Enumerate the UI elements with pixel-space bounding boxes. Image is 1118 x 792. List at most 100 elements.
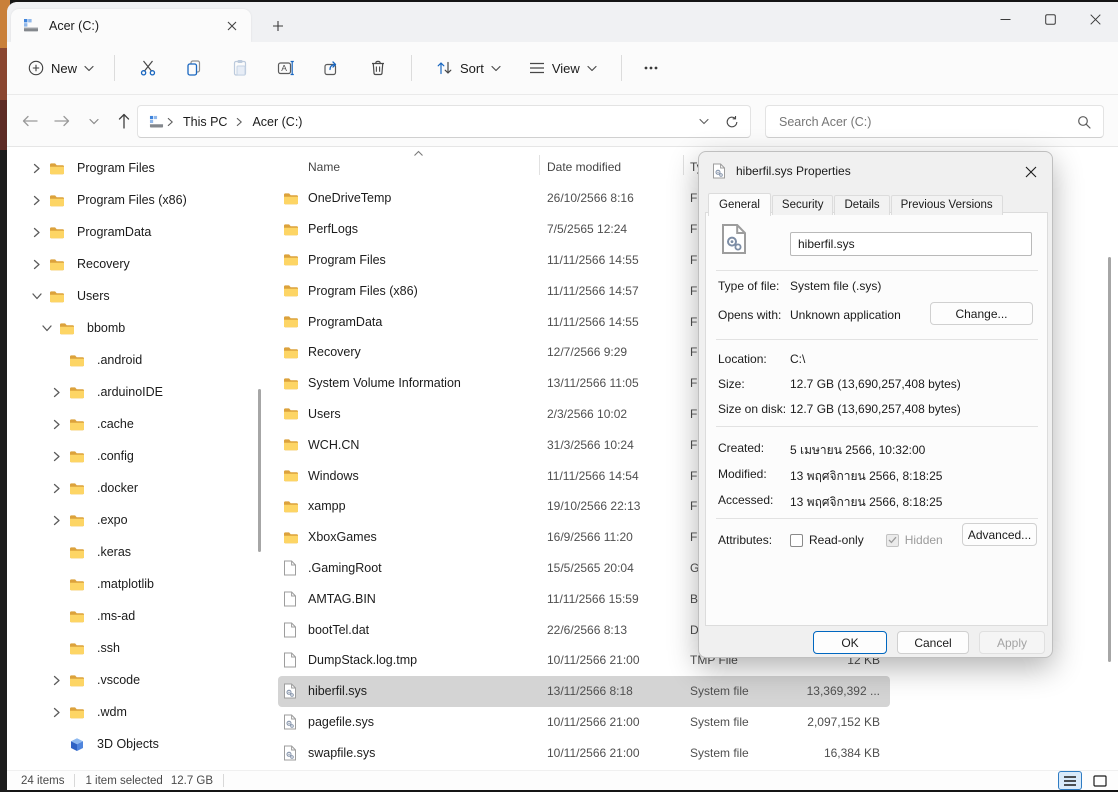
3d-cube-icon (69, 736, 89, 752)
paste-icon (231, 59, 249, 77)
explorer-tab[interactable]: Acer (C:) (11, 9, 251, 42)
column-header-date-modified[interactable]: Date modified (547, 160, 621, 174)
column-resize-handle[interactable] (539, 155, 540, 175)
sidebar-item-programdata[interactable]: ProgramData (7, 216, 267, 248)
sidebar-item-vscode[interactable]: .vscode (7, 664, 267, 696)
sidebar-item-ssh[interactable]: .ssh (7, 632, 267, 664)
drive-icon (23, 18, 39, 33)
rename-button[interactable]: A (267, 51, 305, 85)
maximize-button[interactable] (1028, 2, 1073, 36)
chevron-right-icon[interactable] (49, 515, 65, 526)
sort-button-label: Sort (460, 61, 484, 76)
filename-input[interactable] (790, 232, 1032, 256)
sidebar-item-recovery[interactable]: Recovery (7, 248, 267, 280)
chevron-right-icon[interactable] (49, 483, 65, 494)
chevron-right-icon[interactable] (49, 675, 65, 686)
sidebar-item-matplotlib[interactable]: .matplotlib (7, 568, 267, 600)
tab-previous-versions[interactable]: Previous Versions (891, 195, 1003, 215)
sidebar-item-wdm[interactable]: .wdm (7, 696, 267, 728)
arrow-left-icon (22, 115, 38, 127)
share-button[interactable] (313, 51, 351, 85)
chevron-down-icon (699, 118, 709, 125)
column-resize-handle[interactable] (683, 155, 684, 175)
chevron-right-icon[interactable] (29, 163, 45, 174)
sidebar-item-cache[interactable]: .cache (7, 408, 267, 440)
search-input[interactable] (766, 115, 1077, 129)
tab-close-button[interactable] (221, 15, 243, 37)
chevron-right-icon[interactable] (49, 387, 65, 398)
sidebar-item-3d-objects[interactable]: 3D Objects (7, 728, 267, 760)
breadcrumb-this-pc[interactable]: This PC (177, 111, 233, 133)
paste-button[interactable] (221, 51, 259, 85)
dialog-close-button[interactable] (1019, 160, 1043, 184)
chevron-down-icon[interactable] (39, 323, 55, 334)
table-row[interactable]: swapfile.sys10/11/2566 21:00System file1… (278, 737, 890, 768)
sidebar-item-expo[interactable]: .expo (7, 504, 267, 536)
breadcrumb-chevron-icon (167, 117, 174, 127)
chevron-right-icon[interactable] (49, 419, 65, 430)
new-tab-button[interactable] (265, 13, 291, 39)
folder-icon (283, 223, 301, 236)
sidebar-item-bbomb[interactable]: bbomb (7, 312, 267, 344)
change-button[interactable]: Change... (930, 302, 1033, 325)
sidebar-item-program-files-x86[interactable]: Program Files (x86) (7, 184, 267, 216)
sidebar-item-ms-ad[interactable]: .ms-ad (7, 600, 267, 632)
chevron-right-icon[interactable] (49, 451, 65, 462)
plus-circle-icon (28, 60, 44, 76)
icons-view-icon (1093, 775, 1107, 787)
sidebar-item-docker[interactable]: .docker (7, 472, 267, 504)
back-button[interactable] (15, 106, 45, 136)
folder-icon (283, 438, 301, 451)
folder-icon (69, 704, 89, 720)
sidebar-item-program-files[interactable]: Program Files (7, 152, 267, 184)
ok-button[interactable]: OK (813, 631, 887, 654)
address-dropdown-button[interactable] (691, 109, 717, 135)
delete-button[interactable] (359, 51, 397, 85)
chevron-right-icon[interactable] (49, 707, 65, 718)
table-row[interactable]: pagefile.sys10/11/2566 21:00System file2… (278, 707, 890, 738)
breadcrumb-acer-c[interactable]: Acer (C:) (246, 111, 308, 133)
copy-button[interactable] (175, 51, 213, 85)
close-icon (1090, 14, 1101, 25)
chevron-right-icon[interactable] (29, 195, 45, 206)
file-type-icon-large (720, 221, 748, 257)
up-button[interactable] (109, 106, 139, 136)
tab-general[interactable]: General (708, 193, 771, 216)
chevron-right-icon[interactable] (29, 259, 45, 270)
folder-icon (69, 576, 89, 592)
details-view-button[interactable] (1058, 771, 1082, 790)
new-button[interactable]: New (18, 54, 104, 82)
address-bar[interactable]: This PC Acer (C:) (137, 105, 751, 138)
readonly-checkbox-group[interactable]: Read-only (790, 533, 864, 547)
tab-security[interactable]: Security (772, 195, 834, 215)
tab-details[interactable]: Details (834, 195, 889, 215)
icons-view-button[interactable] (1088, 771, 1112, 790)
recent-locations-button[interactable] (79, 106, 109, 136)
view-button[interactable]: View (520, 55, 606, 82)
sidebar-item-arduinoide[interactable]: .arduinoIDE (7, 376, 267, 408)
file-list-scrollbar[interactable] (1108, 257, 1111, 662)
readonly-checkbox[interactable] (790, 534, 803, 547)
forward-button[interactable] (47, 106, 77, 136)
sidebar-item-android[interactable]: .android (7, 344, 267, 376)
sidebar-item-users[interactable]: Users (7, 280, 267, 312)
ellipsis-icon (644, 66, 658, 70)
minimize-button[interactable] (983, 2, 1028, 36)
chevron-right-icon[interactable] (29, 227, 45, 238)
refresh-button[interactable] (717, 109, 747, 135)
sidebar-item-keras[interactable]: .keras (7, 536, 267, 568)
table-row-selected-hiberfil[interactable]: hiberfil.sys13/11/2566 8:18System file13… (278, 676, 890, 707)
sidebar-scrollbar[interactable] (258, 389, 261, 552)
sidebar-item-config[interactable]: .config (7, 440, 267, 472)
selection-count: 1 item selected (85, 775, 162, 787)
address-bar-row: This PC Acer (C:) (7, 95, 1118, 147)
more-options-button[interactable] (636, 51, 666, 85)
close-window-button[interactable] (1073, 2, 1118, 36)
cut-button[interactable] (129, 51, 167, 85)
column-header-name[interactable]: Name (308, 160, 340, 174)
sort-button[interactable]: Sort (427, 54, 510, 82)
chevron-down-icon[interactable] (29, 291, 45, 302)
advanced-button[interactable]: Advanced... (962, 523, 1037, 546)
dialog-title-bar[interactable]: hiberfil.sys Properties (699, 152, 1052, 190)
cancel-button[interactable]: Cancel (897, 631, 969, 654)
